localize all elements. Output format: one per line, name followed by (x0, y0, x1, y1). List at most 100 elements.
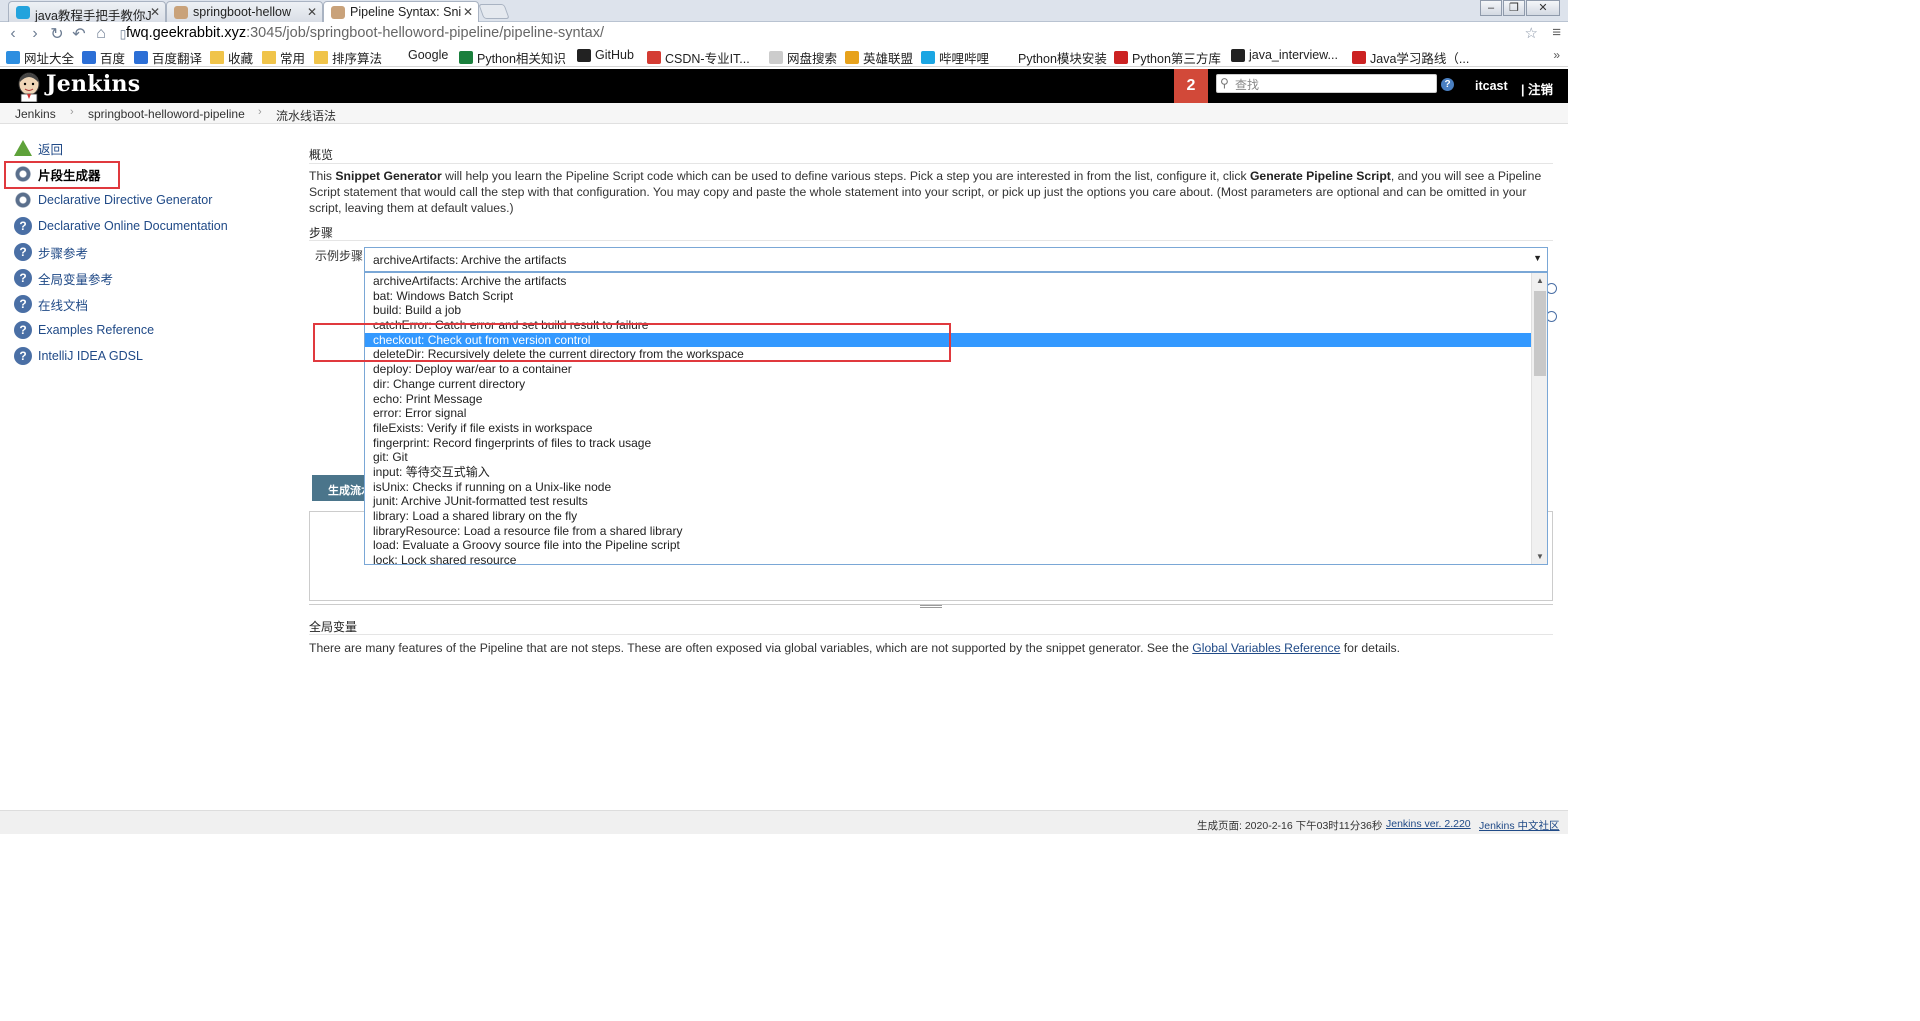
bookmark-item[interactable]: GitHub (577, 48, 634, 62)
sidebar-item-back[interactable]: 返回 (14, 138, 63, 158)
step-dropdown-list[interactable]: archiveArtifacts: Archive the artifacts b… (364, 272, 1548, 565)
restore-icon[interactable]: ❐ (1503, 0, 1525, 16)
home-icon[interactable]: ⌂ (90, 25, 112, 43)
dropdown-option[interactable]: echo: Print Message (365, 392, 1531, 407)
bookmark-item[interactable]: Python第三方库 (1114, 48, 1221, 67)
sidebar-item-directive-generator[interactable]: Declarative Directive Generator (14, 190, 212, 210)
bookmark-item[interactable]: Java学习路线（... (1352, 48, 1469, 67)
bookmark-item[interactable]: 百度翻译 (134, 48, 202, 67)
help-icon: ? (14, 243, 32, 261)
sidebar-item-examples-reference[interactable]: ? Examples Reference (14, 320, 154, 340)
sample-step-select[interactable]: archiveArtifacts: Archive the artifacts … (364, 247, 1548, 272)
search-placeholder: 查找 (1235, 78, 1260, 92)
sidebar-item-global-variables[interactable]: ? 全局变量参考 (14, 268, 113, 288)
dropdown-option[interactable]: git: Git (365, 450, 1531, 465)
close-icon[interactable]: ✕ (150, 5, 160, 19)
dropdown-option[interactable]: fingerprint: Record fingerprints of file… (365, 436, 1531, 451)
sidebar-item-steps-reference[interactable]: ? 步骤参考 (14, 242, 88, 262)
dropdown-option[interactable]: archiveArtifacts: Archive the artifacts (365, 274, 1531, 289)
dropdown-option[interactable]: error: Error signal (365, 406, 1531, 421)
dropdown-option[interactable]: libraryResource: Load a resource file fr… (365, 524, 1531, 539)
scrollbar-thumb[interactable] (1534, 291, 1546, 376)
scroll-up-icon[interactable]: ▲ (1536, 276, 1544, 285)
dropdown-option[interactable]: input: 等待交互式输入 (365, 465, 1531, 480)
browser-tab-3[interactable]: Pipeline Syntax: Sni ✕ (323, 1, 479, 23)
back-icon[interactable]: ‹ (2, 25, 24, 43)
bookmark-item[interactable]: CSDN-专业IT... (647, 48, 750, 67)
jenkins-title[interactable]: Jenkins (46, 71, 140, 97)
section-divider (309, 240, 1553, 241)
dropdown-scrollbar[interactable]: ▲ ▼ (1531, 273, 1547, 564)
bookmark-item[interactable]: Python相关知识 (459, 48, 566, 67)
global-variables-reference-link[interactable]: Global Variables Reference (1192, 641, 1340, 655)
close-icon[interactable]: ✕ (463, 5, 473, 19)
breadcrumb-job[interactable]: springboot-helloword-pipeline (88, 107, 245, 121)
jenkins-logo-icon[interactable] (16, 72, 42, 102)
sidebar-item-declarative-docs[interactable]: ? Declarative Online Documentation (14, 216, 228, 236)
sidebar-item-intellij-gdsl[interactable]: ? IntelliJ IDEA GDSL (14, 346, 143, 366)
bookmark-item[interactable]: 常用 (262, 48, 305, 67)
help-icon[interactable]: ? (1441, 78, 1454, 91)
search-input[interactable]: ⚲ 查找 (1216, 74, 1437, 93)
chevron-down-icon[interactable]: ▼ (1533, 253, 1542, 263)
bookmark-item[interactable]: Google (390, 48, 448, 62)
sidebar-item-online-docs[interactable]: ? 在线文档 (14, 294, 88, 314)
dropdown-option[interactable]: bat: Windows Batch Script (365, 289, 1531, 304)
bookmark-item[interactable]: Python模块安装 (1000, 48, 1107, 67)
jenkins-community-link[interactable]: Jenkins 中文社区 (1479, 818, 1560, 833)
browser-tab-1[interactable]: java教程手把手教你J ✕ (8, 1, 166, 22)
dropdown-option[interactable]: isUnix: Checks if running on a Unix-like… (365, 480, 1531, 495)
dropdown-option[interactable]: build: Build a job (365, 303, 1531, 318)
menu-icon[interactable]: ≡ (1552, 24, 1561, 41)
bookmark-favicon-icon (1231, 48, 1245, 62)
forward-icon[interactable]: › (24, 25, 46, 43)
textarea-resize-handle[interactable] (309, 604, 1553, 608)
annotation-highlight-box (313, 323, 951, 362)
sidebar-item-label: 在线文档 (38, 298, 89, 313)
bookmark-item[interactable]: java_interview... (1231, 48, 1338, 62)
close-icon[interactable]: ✕ (307, 5, 317, 19)
jenkins-version-link[interactable]: Jenkins ver. 2.220 (1386, 818, 1471, 830)
dropdown-option[interactable]: fileExists: Verify if file exists in wor… (365, 421, 1531, 436)
bookmark-favicon-icon (769, 51, 783, 64)
dropdown-option[interactable]: lock: Lock shared resource (365, 553, 1531, 564)
minimize-icon[interactable]: – (1480, 0, 1502, 16)
url-input[interactable]: fwq.geekrabbit.xyz:3045/job/springboot-h… (126, 25, 604, 41)
breadcrumb-pipeline-syntax[interactable]: 流水线语法 (276, 107, 336, 124)
breadcrumb-jenkins[interactable]: Jenkins (15, 107, 56, 121)
undo-icon[interactable]: ↶ (68, 24, 90, 44)
bookmark-label: 哔哩哔哩 (939, 52, 990, 66)
generate-button-label: 生成流水线脚本 (328, 485, 366, 497)
bookmark-label: 百度翻译 (152, 52, 203, 66)
bookmark-item[interactable]: 收藏 (210, 48, 253, 67)
bookmark-label: 排序算法 (332, 52, 383, 66)
dropdown-option[interactable]: dir: Change current directory (365, 377, 1531, 392)
bookmark-star-icon[interactable]: ☆ (1525, 24, 1538, 42)
resize-grip-icon[interactable] (920, 605, 942, 608)
bookmark-item[interactable]: 排序算法 (314, 48, 382, 67)
generate-pipeline-script-button[interactable]: 生成流水线脚本 (312, 475, 366, 501)
browser-tab-2[interactable]: springboot-hellow ✕ (166, 1, 323, 22)
section-divider (309, 634, 1553, 635)
dropdown-option[interactable]: library: Load a shared library on the fl… (365, 509, 1531, 524)
bookmark-item[interactable]: 英雄联盟 (845, 48, 913, 67)
bookmark-label: 常用 (280, 52, 306, 66)
refresh-icon[interactable]: ↻ (46, 24, 68, 44)
window-close-icon[interactable]: ✕ (1526, 0, 1560, 16)
bookmark-item[interactable]: 网盘搜索 (769, 48, 837, 67)
dropdown-option[interactable]: junit: Archive JUnit-formatted test resu… (365, 494, 1531, 509)
scroll-down-icon[interactable]: ▼ (1536, 552, 1544, 561)
user-link[interactable]: itcast (1475, 79, 1508, 93)
notification-badge[interactable]: 2 (1174, 69, 1208, 103)
help-icon: ? (14, 347, 32, 365)
dropdown-option[interactable]: deploy: Deploy war/ear to a container (365, 362, 1531, 377)
more-bookmarks-button[interactable]: » (1553, 48, 1560, 62)
new-tab-button[interactable] (478, 4, 510, 19)
overview-title: 概览 (309, 148, 334, 162)
bookmark-label: 百度 (100, 52, 126, 66)
bookmark-item[interactable]: 百度 (82, 48, 125, 67)
logout-link[interactable]: | 注销 (1521, 79, 1553, 98)
dropdown-option[interactable]: load: Evaluate a Groovy source file into… (365, 538, 1531, 553)
bookmark-item[interactable]: 哔哩哔哩 (921, 48, 989, 67)
bookmark-item[interactable]: 网址大全 (6, 48, 74, 67)
